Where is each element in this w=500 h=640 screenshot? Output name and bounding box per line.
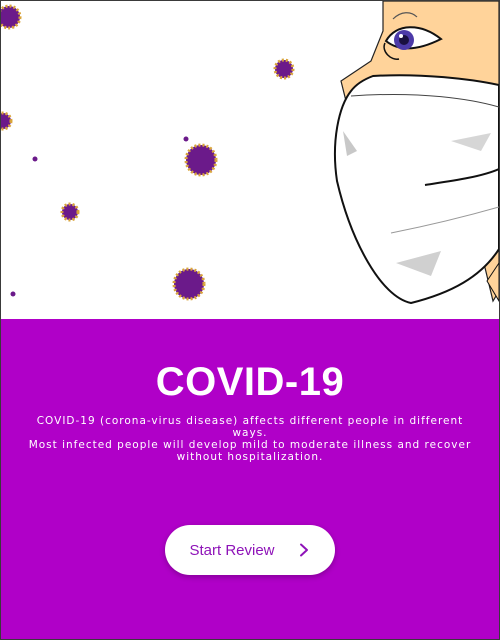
virus-particles	[1, 4, 295, 301]
virus-dot	[183, 136, 189, 142]
virus-dot	[32, 156, 38, 162]
hero-illustration	[1, 1, 499, 319]
virus-icon	[172, 267, 206, 301]
page-title: COVID-19	[155, 360, 345, 404]
intro-description: COVID-19 (corona-virus disease) affects …	[28, 415, 472, 463]
intro-panel: COVID-19 COVID-19 (corona-virus disease)…	[1, 319, 499, 639]
start-review-button[interactable]: Start Review	[165, 525, 335, 575]
virus-icon	[273, 58, 295, 80]
virus-dot	[10, 291, 16, 297]
virus-icon	[1, 4, 22, 30]
start-review-label: Start Review	[189, 541, 275, 559]
virus-icon	[60, 202, 80, 222]
virus-icon	[184, 143, 218, 177]
virus-icon	[1, 111, 13, 131]
app-screen: COVID-19 COVID-19 (corona-virus disease)…	[0, 0, 500, 640]
chevron-right-icon	[297, 543, 311, 557]
